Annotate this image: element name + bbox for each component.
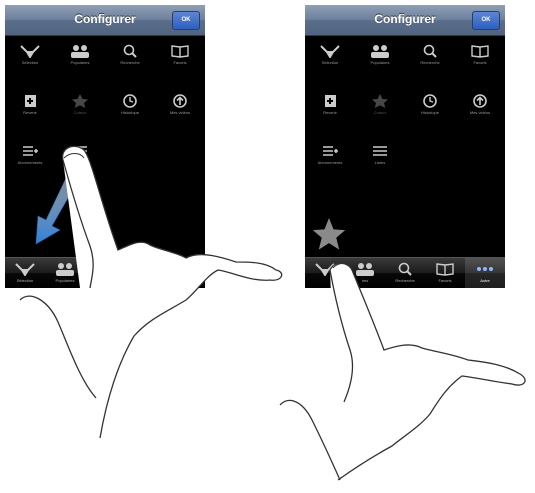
tab-recherche[interactable]: Recherche — [385, 258, 425, 288]
dragged-star-icon[interactable] — [311, 218, 347, 252]
people-icon — [356, 263, 374, 276]
grid-item-coteux[interactable]: Coteux — [355, 89, 405, 139]
grid-item-revenir[interactable]: Revenir — [5, 89, 55, 139]
tab-selection[interactable]: Sélection — [5, 258, 45, 288]
grid-item-mes-videos[interactable]: Mes vidéos — [455, 89, 505, 139]
tab-recherche[interactable]: Rech — [85, 258, 125, 288]
search-icon — [398, 262, 412, 276]
search-icon — [423, 44, 437, 58]
subscriptions-icon — [323, 146, 338, 156]
subscriptions-icon — [23, 146, 38, 156]
grid-item-historique[interactable]: Historique — [105, 89, 155, 139]
grid-item-revenir[interactable]: Revenir — [305, 89, 355, 139]
navigation-bar: Configurer OK — [5, 5, 205, 36]
search-icon — [123, 44, 137, 58]
grid-item-abonnements[interactable]: Abonnements — [305, 139, 355, 189]
grid-item-abonnements[interactable]: Abonnements — [5, 139, 55, 189]
list-icon — [73, 146, 87, 156]
book-icon — [171, 45, 189, 58]
selection-icon — [320, 45, 340, 58]
selection-icon — [315, 263, 335, 276]
tab-bar: Sélection Populaires Rech — [5, 257, 205, 288]
clock-icon — [123, 94, 137, 108]
grid-item-mes-videos[interactable]: Mes vidéos — [155, 89, 205, 139]
ok-button[interactable]: OK — [472, 11, 500, 30]
navigation-bar: Configurer OK — [305, 5, 505, 36]
star-icon — [72, 94, 88, 108]
people-icon — [371, 45, 389, 58]
grid-item-populaires[interactable]: Populaires — [355, 39, 405, 89]
grid-item-coteux[interactable]: Coteux — [55, 89, 105, 139]
tab-selection[interactable] — [305, 258, 345, 288]
arrow-up-icon — [473, 94, 487, 108]
star-icon — [372, 94, 388, 108]
people-icon — [56, 263, 74, 276]
arrow-up-icon — [173, 94, 187, 108]
tab-bar: ires Recherche Favoris Autre — [305, 257, 505, 288]
grid-item-selection[interactable]: Sélection — [305, 39, 355, 89]
right-hand-illustration — [279, 262, 526, 481]
tab-favoris[interactable]: Favoris — [425, 258, 465, 288]
grid-item-recherche[interactable]: Recherche — [105, 39, 155, 89]
clock-icon — [423, 94, 437, 108]
selection-icon — [20, 45, 40, 58]
list-icon — [373, 146, 387, 156]
book-icon — [436, 263, 454, 276]
phone-screen-left: Configurer OK Sélection Populaires Reche… — [5, 5, 205, 288]
search-icon — [98, 262, 112, 276]
selection-icon — [15, 263, 35, 276]
tab-autre[interactable]: Autre — [465, 258, 505, 288]
grid-item-listes[interactable]: Listes — [355, 139, 405, 189]
grid-item-favoris[interactable]: Favoris — [155, 39, 205, 89]
more-icon — [477, 267, 493, 271]
tab-populaires[interactable]: ires — [345, 258, 385, 288]
grid-item-favoris[interactable]: Favoris — [455, 39, 505, 89]
grid-item-recherche[interactable]: Recherche — [405, 39, 455, 89]
grid-item-historique[interactable]: Historique — [405, 89, 455, 139]
grid-item-populaires[interactable]: Populaires — [55, 39, 105, 89]
tab-populaires[interactable]: Populaires — [45, 258, 85, 288]
ok-button[interactable]: OK — [172, 11, 200, 30]
purchased-icon — [25, 95, 36, 107]
grid-item-selection[interactable]: Sélection — [5, 39, 55, 89]
purchased-icon — [325, 95, 336, 107]
grid-item-listes[interactable]: Listes — [55, 139, 105, 189]
phone-screen-right: Configurer OK Sélection Populaires Reche… — [305, 5, 505, 288]
people-icon — [71, 45, 89, 58]
book-icon — [471, 45, 489, 58]
